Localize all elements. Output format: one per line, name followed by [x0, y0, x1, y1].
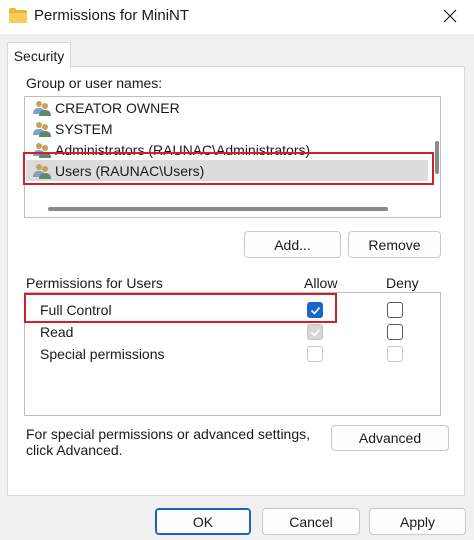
users-icon: [33, 121, 51, 137]
close-icon: [443, 9, 457, 26]
highlight-box-user: [23, 152, 434, 185]
allow-column-label: Allow: [304, 275, 338, 291]
window-title: Permissions for MiniNT: [34, 7, 190, 24]
ok-button[interactable]: OK: [155, 508, 251, 535]
read-deny-checkbox[interactable]: [387, 324, 403, 340]
folder-icon: [9, 8, 27, 23]
title-bar: Permissions for MiniNT: [0, 0, 474, 34]
advanced-help-text-line2: click Advanced.: [26, 442, 123, 458]
highlight-box-full-control: [24, 293, 337, 323]
deny-column-label: Deny: [386, 275, 419, 291]
full-control-deny-checkbox[interactable]: [387, 302, 403, 318]
permission-label: Read: [40, 324, 74, 340]
user-label: SYSTEM: [55, 120, 113, 137]
user-label: CREATOR OWNER: [55, 99, 180, 116]
check-icon: [310, 328, 321, 337]
list-item-system[interactable]: SYSTEM: [26, 118, 428, 139]
list-item-creator-owner[interactable]: CREATOR OWNER: [26, 97, 428, 118]
add-button[interactable]: Add...: [244, 231, 341, 258]
vertical-scrollbar[interactable]: [435, 141, 439, 174]
advanced-help-text-line1: For special permissions or advanced sett…: [26, 426, 311, 442]
horizontal-scrollbar[interactable]: [48, 207, 388, 211]
permissions-header: Permissions for Users: [26, 275, 163, 291]
cancel-button[interactable]: Cancel: [262, 508, 360, 535]
tab-security[interactable]: Security: [7, 42, 71, 68]
advanced-button[interactable]: Advanced: [331, 425, 449, 451]
special-allow-checkbox: [307, 346, 323, 362]
apply-button[interactable]: Apply: [369, 508, 466, 535]
users-icon: [33, 100, 51, 116]
special-deny-checkbox: [387, 346, 403, 362]
remove-button[interactable]: Remove: [348, 231, 441, 258]
close-button[interactable]: [426, 0, 474, 34]
group-names-label: Group or user names:: [26, 75, 163, 91]
permission-label: Special permissions: [40, 346, 165, 362]
read-allow-checkbox[interactable]: [307, 324, 323, 340]
